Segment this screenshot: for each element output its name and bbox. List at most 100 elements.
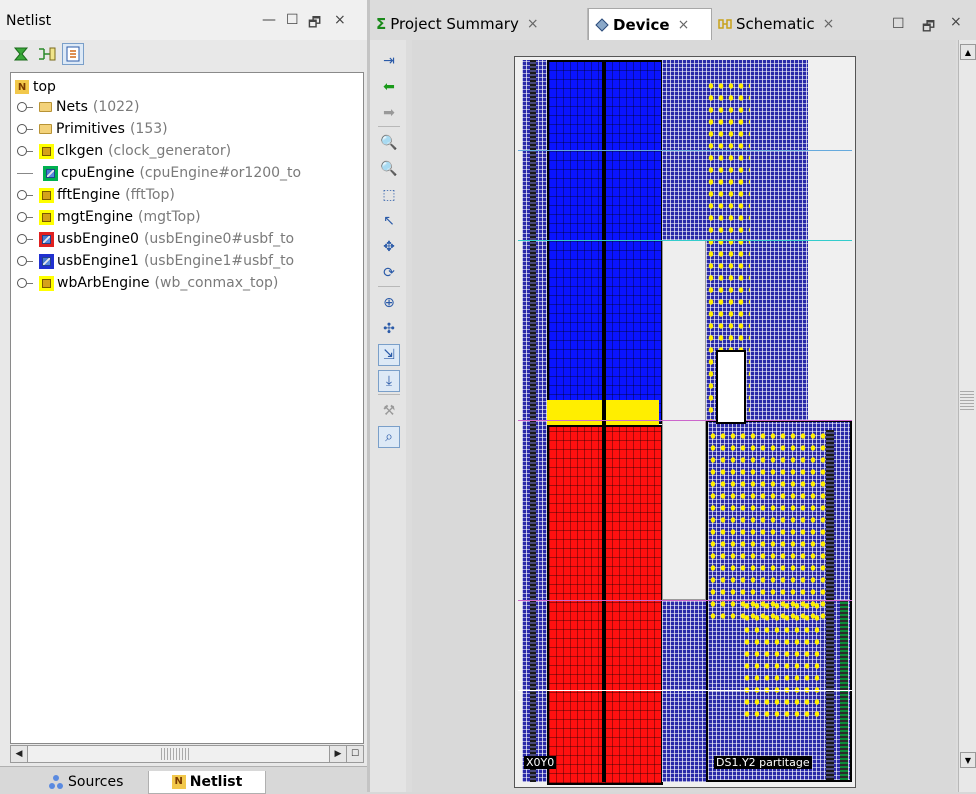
yellow-cluster bbox=[742, 600, 822, 720]
clock-region-line bbox=[518, 150, 852, 151]
tree-item-label: Primitives bbox=[56, 121, 125, 137]
zoom-out-icon: 🔍 bbox=[380, 161, 398, 177]
tree-item-nets[interactable]: Nets (1022) bbox=[17, 97, 139, 117]
tree-item-detail: (cpuEngine#or1200_to bbox=[139, 165, 302, 181]
tree-item-usbengine0[interactable]: usbEngine0 (usbEngine0#usbf_to bbox=[17, 229, 294, 249]
horizontal-scrollbar[interactable]: ◀ ▶ ☐ bbox=[10, 745, 364, 763]
select-button[interactable]: ↖ bbox=[378, 210, 400, 232]
clock-region-line bbox=[518, 420, 852, 421]
tree-item-label: usbEngine0 bbox=[57, 231, 139, 247]
sigma-icon: Σ bbox=[376, 15, 387, 33]
expand-icon[interactable] bbox=[17, 211, 33, 223]
tree-item-cpuengine[interactable]: cpuEngine (cpuEngine#or1200_to bbox=[17, 163, 301, 183]
tree-item-fftengine[interactable]: fftEngine (fftTop) bbox=[17, 185, 175, 205]
route-tool-button[interactable]: ⇲ bbox=[378, 344, 400, 366]
zoom-area-icon: ⬚ bbox=[382, 187, 396, 203]
highlight-button[interactable]: ⌕ bbox=[378, 426, 400, 448]
show-routing-icon: ✣ bbox=[383, 321, 395, 337]
show-hierarchy-button[interactable] bbox=[36, 43, 58, 65]
tree-item-detail: (wb_conmax_top) bbox=[154, 275, 279, 291]
route-tool-icon: ⇲ bbox=[383, 347, 395, 363]
vertical-scrollbar[interactable]: ▲ ▼ bbox=[958, 40, 976, 792]
close-tab-icon[interactable]: × bbox=[678, 17, 690, 33]
expand-icon[interactable] bbox=[17, 255, 33, 267]
scroll-grip[interactable] bbox=[960, 390, 974, 410]
tab-netlist[interactable]: N Netlist bbox=[148, 771, 266, 794]
tab-netlist-label: Netlist bbox=[189, 774, 243, 790]
scroll-corner-button[interactable]: ☐ bbox=[346, 746, 363, 762]
tree-item-clkgen[interactable]: clkgen (clock_generator) bbox=[17, 141, 231, 161]
expand-icon[interactable] bbox=[17, 101, 33, 113]
tree-item-usbengine1[interactable]: usbEngine1 (usbEngine1#usbf_to bbox=[17, 251, 294, 271]
module-icon bbox=[39, 187, 54, 203]
netlist-header: Netlist — ☐ 🗗 × bbox=[0, 0, 368, 40]
top-module-icon: N bbox=[15, 80, 29, 94]
hammer-icon: ⚒ bbox=[382, 403, 396, 419]
auto-select-button[interactable] bbox=[62, 43, 84, 65]
scroll-grip[interactable] bbox=[161, 748, 191, 760]
refresh-icon: ⟳ bbox=[383, 265, 395, 281]
refresh-button[interactable]: ⟳ bbox=[378, 262, 400, 284]
tab-schematic[interactable]: Schematic × bbox=[712, 8, 874, 40]
collapse-all-button[interactable] bbox=[10, 43, 32, 65]
cpuengine-region[interactable] bbox=[716, 350, 746, 424]
zoom-out-button[interactable]: 🔍 bbox=[378, 158, 400, 180]
toolbar-separator bbox=[378, 394, 400, 395]
tab-device[interactable]: Device × bbox=[588, 8, 712, 40]
minimize-button[interactable]: — bbox=[262, 12, 276, 28]
expand-icon[interactable] bbox=[17, 277, 33, 289]
tree-item-label: fftEngine bbox=[57, 187, 121, 203]
device-toolbar: ⇥ ⬅ ➡ 🔍 🔍 ⬚ ↖ ✥ ⟳ ⊕ ✣ ⇲ ⤓ ⚒ ⌕ bbox=[370, 40, 406, 792]
back-arrow-button[interactable]: ⬅ bbox=[378, 76, 400, 98]
tree-item-mgtengine[interactable]: mgtEngine (mgtTop) bbox=[17, 207, 201, 227]
add-pblock-button[interactable]: ⊕ bbox=[378, 292, 400, 314]
expand-icon[interactable] bbox=[17, 233, 33, 245]
close-button[interactable]: × bbox=[334, 12, 346, 28]
restore-button[interactable]: 🗗 bbox=[308, 12, 321, 36]
restore-button[interactable]: 🗗 bbox=[922, 16, 935, 40]
scroll-left-button[interactable]: ◀ bbox=[11, 746, 28, 762]
autofit-selection-icon: ✥ bbox=[383, 239, 395, 255]
scroll-up-button[interactable]: ▲ bbox=[960, 44, 976, 60]
autofit-selection-button[interactable]: ✥ bbox=[378, 236, 400, 258]
place-button[interactable]: ⤓ bbox=[378, 370, 400, 392]
tree-root[interactable]: N top bbox=[13, 77, 56, 97]
tree-connector bbox=[17, 172, 33, 174]
expand-icon[interactable] bbox=[17, 189, 33, 201]
tree-item-detail: (mgtTop) bbox=[138, 209, 201, 225]
hammer-button[interactable]: ⚒ bbox=[378, 400, 400, 422]
dsp-column bbox=[826, 430, 834, 780]
close-button[interactable]: × bbox=[950, 14, 962, 30]
zoom-in-button[interactable]: 🔍 bbox=[378, 132, 400, 154]
netlist-panel: Netlist — ☐ 🗗 × N top Nets (1022) Primitiv… bbox=[0, 0, 368, 794]
tree-item-label: cpuEngine bbox=[61, 165, 135, 181]
tab-sources[interactable]: Sources bbox=[48, 771, 123, 793]
maximize-button[interactable]: ☐ bbox=[892, 16, 905, 32]
tree-item-label: mgtEngine bbox=[57, 209, 133, 225]
tree-item-primitives[interactable]: Primitives (153) bbox=[17, 119, 168, 139]
expand-icon[interactable] bbox=[17, 145, 33, 157]
netlist-tree[interactable]: N top Nets (1022) Primitives (153) clkgen (cl… bbox=[10, 72, 364, 744]
tree-item-label: Nets bbox=[56, 99, 88, 115]
close-tab-icon[interactable]: × bbox=[527, 16, 539, 32]
fabric-column bbox=[662, 600, 706, 782]
module-icon bbox=[39, 209, 54, 225]
yellow-cluster bbox=[708, 430, 828, 620]
select-icon: ↖ bbox=[383, 213, 395, 229]
expand-icon[interactable] bbox=[17, 123, 33, 135]
zoom-area-button[interactable]: ⬚ bbox=[378, 184, 400, 206]
tree-item-wbarbengine[interactable]: wbArbEngine (wb_conmax_top) bbox=[17, 273, 278, 293]
close-tab-icon[interactable]: × bbox=[823, 16, 835, 32]
maximize-button[interactable]: ☐ bbox=[286, 12, 299, 28]
module-icon bbox=[39, 231, 54, 247]
forward-arrow-button[interactable]: ➡ bbox=[378, 102, 400, 124]
folder-icon bbox=[39, 124, 52, 134]
fit-to-window-button[interactable]: ⇥ bbox=[378, 50, 400, 72]
scroll-down-button[interactable]: ▼ bbox=[960, 752, 976, 768]
scroll-right-button[interactable]: ▶ bbox=[329, 746, 346, 762]
schematic-icon bbox=[718, 19, 732, 29]
show-routing-button[interactable]: ✣ bbox=[378, 318, 400, 340]
device-canvas[interactable]: X0Y0 DS1.Y2 partitage bbox=[412, 40, 956, 792]
tab-project-summary[interactable]: Σ Project Summary × bbox=[370, 8, 588, 40]
place-icon: ⤓ bbox=[385, 373, 393, 389]
